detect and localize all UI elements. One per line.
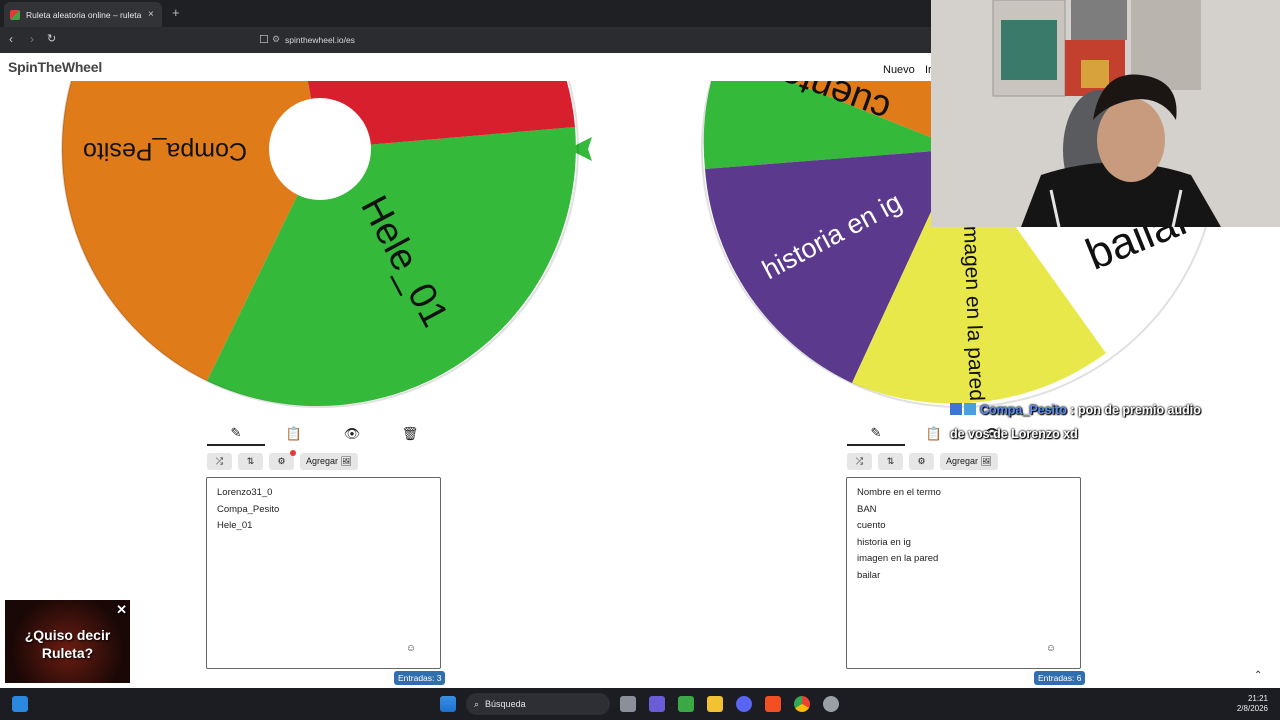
widgets-icon[interactable] <box>12 696 28 712</box>
add-image-button[interactable]: Agregar 🖼 <box>940 453 998 470</box>
new-tab-button[interactable]: + <box>172 5 180 20</box>
webcam-overlay <box>931 0 1280 227</box>
sort-button[interactable]: ⇅ <box>238 453 263 470</box>
tab-clipboard[interactable]: 📋 <box>265 422 323 446</box>
ad-banner[interactable]: ✕ ¿Quiso decir Ruleta? <box>5 600 130 683</box>
clock-date: 2/8/2026 <box>1236 704 1268 713</box>
browser-tab[interactable]: Ruleta aleatoria online – ruleta d × <box>4 2 162 27</box>
tab-delete[interactable]: 🗑 <box>381 422 439 446</box>
entries-count-badge: Entradas: 3 <box>394 671 446 685</box>
tab-edit[interactable]: ✎ <box>207 422 265 446</box>
entries-textarea-left[interactable]: Lorenzo31_0 Compa_Pesito Hele_01 ☺ <box>206 477 441 669</box>
taskbar-clock[interactable]: 21:21 2/8/2026 <box>1237 694 1268 714</box>
settings-button[interactable]: ⚙ <box>269 450 296 470</box>
entry-line: Compa_Pesito <box>217 503 280 515</box>
bookmark-icon[interactable]: ☐ <box>259 33 269 46</box>
entry-line: Hele_01 <box>217 520 253 532</box>
entries-textarea-right[interactable]: Nombre en el termo BAN cuento historia e… <box>846 477 1081 669</box>
entry-line: BAN <box>857 503 877 515</box>
wheel-label-compa-pesito: Compa_Pesito <box>83 137 247 165</box>
tab-hide[interactable]: 👁 <box>323 422 381 446</box>
ad-text: ¿Quiso decir <box>24 627 111 643</box>
left-panel-tabs: ✎ 📋 👁 🗑 <box>207 422 439 446</box>
discord-icon[interactable] <box>736 696 752 712</box>
chat-username: Compa_Pesito <box>980 403 1067 417</box>
back-arrow-icon[interactable]: ‹ <box>9 32 13 46</box>
url-field[interactable]: spinthewheel.io/es <box>285 35 355 45</box>
shuffle-button[interactable]: ⤮ <box>207 453 232 470</box>
obs-icon[interactable] <box>823 696 839 712</box>
search-label: Búsqueda <box>485 699 526 709</box>
file-explorer-icon[interactable] <box>707 696 723 712</box>
close-tab-icon[interactable]: × <box>148 9 154 20</box>
close-icon[interactable]: ✕ <box>116 601 127 619</box>
tab-title: Ruleta aleatoria online – ruleta d <box>26 9 144 20</box>
search-icon: ⌕ <box>474 698 480 709</box>
sort-button[interactable]: ⇅ <box>878 453 903 470</box>
minecraft-icon[interactable] <box>678 696 694 712</box>
entry-line: historia en ig <box>857 536 911 548</box>
camera-app-icon[interactable] <box>649 696 665 712</box>
entry-line: Lorenzo31_0 <box>217 487 273 498</box>
site-favicon-icon <box>10 9 20 20</box>
chat-text: de vos de Lorenzo xd <box>950 427 1078 441</box>
right-panel-buttons: ⤮ ⇅ ⚙ Agregar 🖼 <box>847 453 998 470</box>
settings-button[interactable]: ⚙ <box>909 453 934 470</box>
emoji-icon[interactable]: ☺ <box>406 641 416 658</box>
entries-count-badge: Entradas: 6 <box>1034 671 1086 685</box>
site-settings-icon[interactable]: ⚙ <box>272 34 280 45</box>
search-input[interactable]: ⌕ Búsqueda <box>466 693 610 715</box>
task-view-icon[interactable] <box>620 696 636 712</box>
start-icon[interactable] <box>440 696 456 712</box>
left-panel-buttons: ⤮ ⇅ ⚙ Agregar 🖼 <box>207 450 358 470</box>
windows-taskbar: ⌕ Búsqueda 21:21 2/8/2026 <box>0 688 1280 720</box>
webcam-person-image <box>931 0 1280 227</box>
shuffle-button[interactable]: ⤮ <box>847 453 872 470</box>
chat-message: Compa_Pesito : pon de premio audio de vo… <box>950 398 1250 446</box>
gear-icon: ⚙ <box>277 456 286 466</box>
chat-text: : pon de premio audio <box>1070 403 1201 417</box>
forward-arrow-icon[interactable]: › <box>30 32 34 46</box>
brave-icon[interactable] <box>765 696 781 712</box>
ad-text: Ruleta? <box>41 645 94 661</box>
reload-icon[interactable]: ↻ <box>47 32 56 45</box>
add-image-button[interactable]: Agregar 🖼 <box>300 453 358 470</box>
emoji-icon[interactable]: ☺ <box>1046 641 1056 658</box>
site-logo[interactable]: SpinTheWheel <box>8 59 102 75</box>
entry-line: Nombre en el termo <box>857 487 941 498</box>
clock-time: 21:21 <box>1247 694 1268 703</box>
left-wheel[interactable]: Compa_Pesito Hele_01 <box>61 81 592 407</box>
tab-edit[interactable]: ✎ <box>847 422 905 446</box>
chevron-up-icon[interactable]: ⌃ <box>1254 670 1262 681</box>
entry-line: imagen en la pared <box>857 553 939 565</box>
nuevo-menu[interactable]: Nuevo <box>883 64 915 76</box>
entry-line: cuento <box>857 520 886 532</box>
wheel-hub <box>269 98 371 200</box>
chat-badge-icon <box>950 403 962 415</box>
chrome-icon[interactable] <box>794 696 810 712</box>
entry-line: bailar <box>857 569 881 581</box>
chat-badge-icon <box>964 403 976 415</box>
notification-dot <box>290 450 296 456</box>
